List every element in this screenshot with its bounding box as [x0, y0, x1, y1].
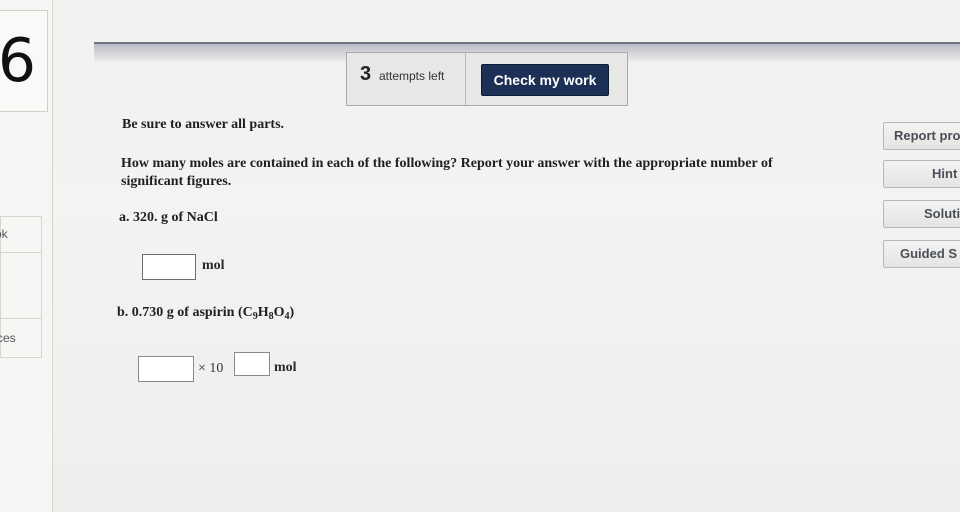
- hint-button[interactable]: Hint: [883, 160, 960, 188]
- part-a-label: a. 320. g of NaCl: [119, 210, 218, 225]
- ebook-label: ok: [0, 227, 8, 241]
- part-a-unit: mol: [202, 258, 225, 273]
- resources-tab[interactable]: ces: [0, 318, 42, 358]
- times-ten-label: × 10: [198, 361, 224, 376]
- instructions-text: Be sure to answer all parts.: [122, 117, 285, 132]
- attempts-panel: 3 attempts left Check my work: [346, 52, 628, 106]
- panel-divider: [465, 53, 466, 105]
- attempts-count: 3: [360, 63, 372, 85]
- solution-button[interactable]: Soluti: [883, 200, 960, 228]
- attempts-label: attempts left: [379, 69, 445, 83]
- part-b-unit: mol: [274, 360, 297, 375]
- report-problem-button[interactable]: Report pro: [883, 122, 960, 150]
- part-b-coefficient-input[interactable]: [138, 356, 194, 382]
- question-number: 6: [0, 10, 48, 112]
- ebook-tab[interactable]: ok: [0, 216, 42, 254]
- part-a-answer-input[interactable]: [142, 254, 196, 280]
- part-b-label: b. 0.730 g of aspirin (C9H8O4): [117, 305, 295, 322]
- guided-solution-button[interactable]: Guided S: [883, 240, 960, 268]
- part-b-exponent-input[interactable]: [234, 352, 270, 376]
- resources-label: ces: [0, 331, 16, 345]
- rail-tab[interactable]: [0, 252, 42, 320]
- check-my-work-button[interactable]: Check my work: [481, 64, 609, 96]
- question-text: How many moles are contained in each of …: [121, 156, 773, 189]
